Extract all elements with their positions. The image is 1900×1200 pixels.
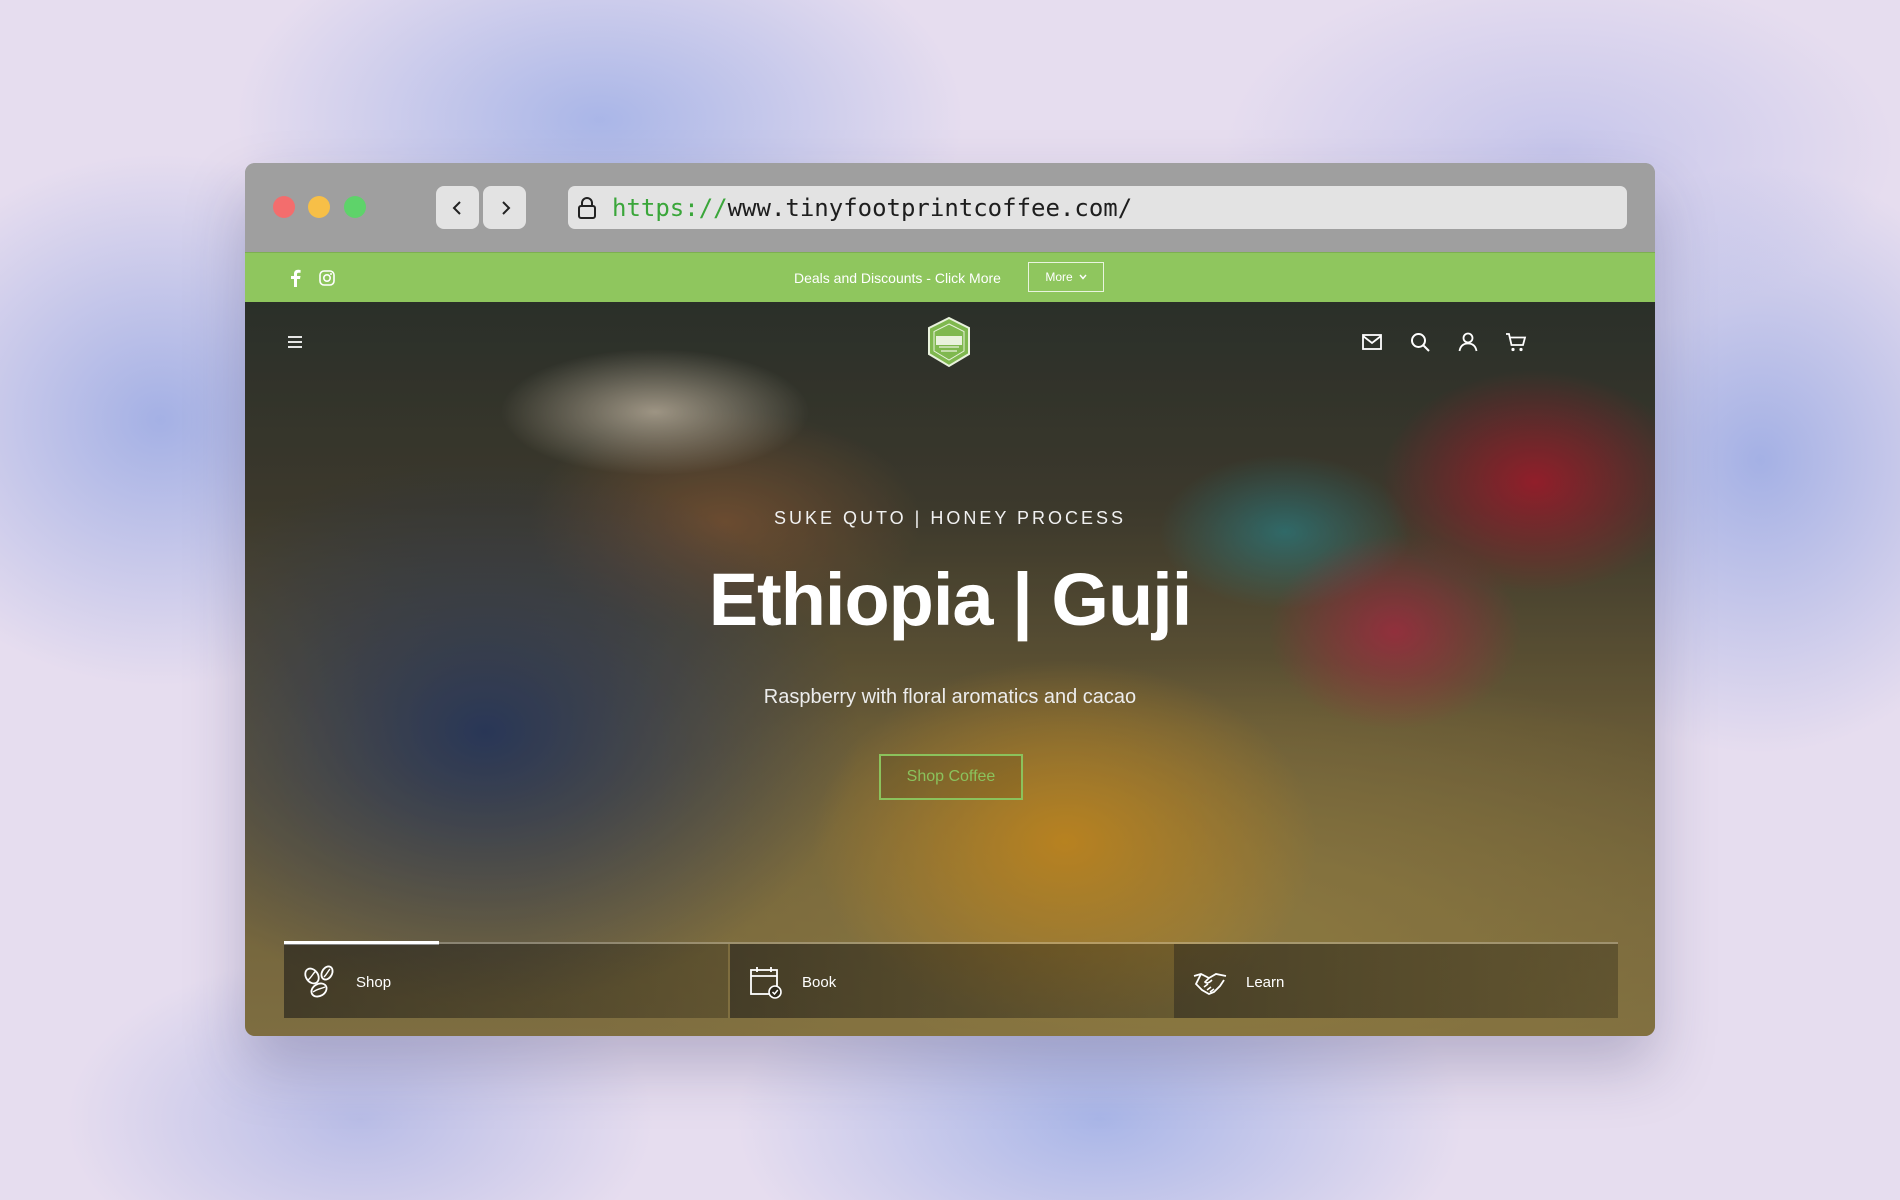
forward-button[interactable] (483, 186, 526, 229)
more-dropdown-button[interactable]: More (1028, 262, 1104, 292)
hero-banner: SUKE QUTO | HONEY PROCESS Ethiopia | Guj… (245, 302, 1655, 1036)
hero-kicker: SUKE QUTO | HONEY PROCESS (773, 508, 1127, 528)
minimize-window-button[interactable] (308, 196, 330, 218)
browser-chrome: https://www.tinyfootprintcoffee.com/ (245, 163, 1655, 252)
calendar-check-icon (750, 967, 782, 999)
instagram-icon[interactable] (315, 266, 339, 290)
tab-book[interactable]: Book (730, 944, 1174, 1018)
chevron-left-icon (452, 200, 461, 215)
account-icon[interactable] (1456, 330, 1480, 354)
chevron-down-icon (1079, 274, 1087, 280)
tab-learn-label: Learn (1246, 974, 1285, 991)
tab-shop[interactable]: Shop (284, 944, 728, 1018)
menu-icon[interactable] (285, 332, 305, 352)
hero-tabs: Shop Book Learn (284, 941, 1618, 1018)
tiny-footprint-coffee-logo[interactable] (925, 316, 973, 368)
address-bar[interactable]: https://www.tinyfootprintcoffee.com/ (568, 186, 1627, 229)
promo-text[interactable]: Deals and Discounts - Click More (794, 270, 1001, 286)
promo-bar: Deals and Discounts - Click More More (245, 252, 1655, 303)
url-text: https://www.tinyfootprintcoffee.com/ (612, 194, 1132, 222)
handshake-icon (1193, 973, 1227, 995)
search-icon[interactable] (1408, 330, 1432, 354)
lock-icon (576, 196, 600, 220)
tab-shop-label: Shop (356, 974, 392, 991)
browser-window: https://www.tinyfootprintcoffee.com/ Dea… (245, 163, 1655, 1036)
maximize-window-button[interactable] (344, 196, 366, 218)
tab-book-label: Book (802, 974, 837, 991)
back-button[interactable] (436, 186, 479, 229)
close-window-button[interactable] (273, 196, 295, 218)
coffee-beans-icon (304, 965, 334, 998)
hero-title: Ethiopia | Guji (708, 558, 1193, 641)
hero-image-overlay (245, 302, 1655, 1036)
cart-icon[interactable] (1504, 330, 1528, 354)
url-domain: www.tinyfootprintcoffee.com/ (727, 193, 1133, 222)
url-scheme: https:// (612, 193, 728, 222)
hero-subtitle: Raspberry with floral aromatics and caca… (763, 686, 1137, 708)
shop-coffee-button[interactable]: Shop Coffee (879, 754, 1023, 800)
mail-icon[interactable] (1360, 330, 1384, 354)
tab-learn[interactable]: Learn (1174, 944, 1618, 1018)
chevron-right-icon (501, 200, 510, 215)
facebook-icon[interactable] (283, 266, 307, 290)
more-label: More (1045, 270, 1073, 284)
